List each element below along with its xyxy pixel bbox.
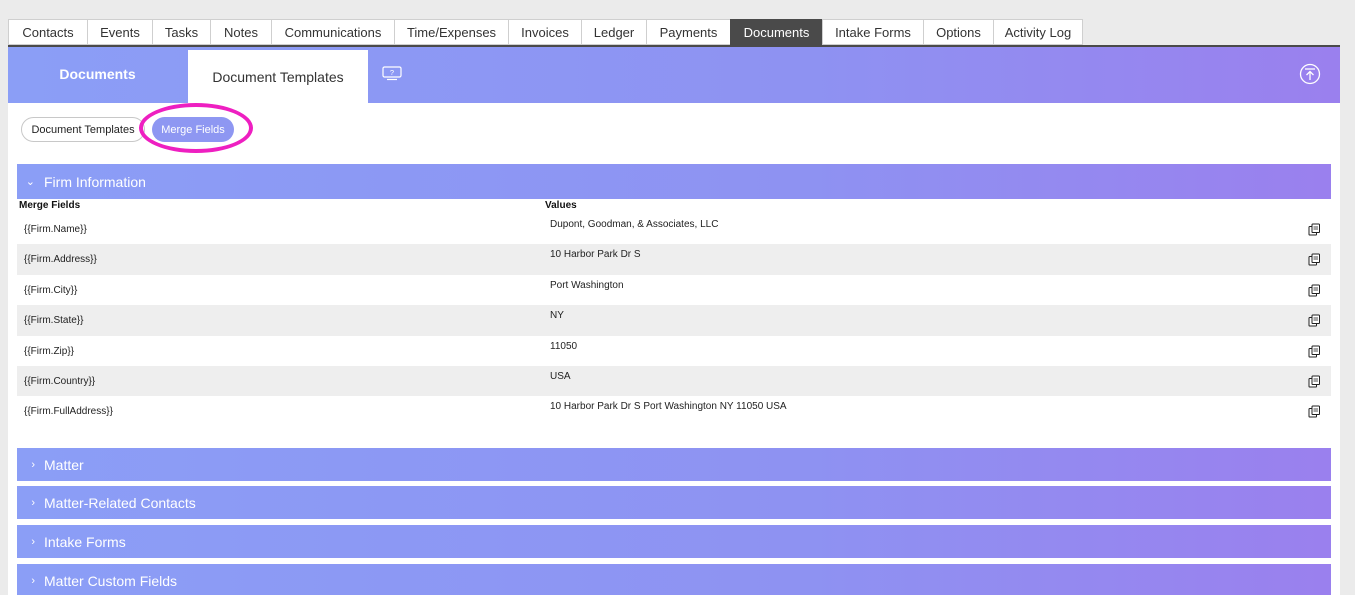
merge-fields-pill[interactable]: Merge Fields bbox=[152, 117, 234, 142]
merge-field-value: 11050 bbox=[550, 340, 578, 352]
section-title: Matter Custom Fields bbox=[44, 572, 178, 589]
table-row: {{Firm.FullAddress}} 10 Harbor Park Dr S … bbox=[17, 396, 1331, 426]
tab-communications[interactable]: Communications bbox=[271, 19, 394, 45]
section-title: Firm Information bbox=[44, 173, 146, 190]
content-panel: Document Templates Merge Fields ⌄ Firm I… bbox=[8, 103, 1340, 595]
section-intake-forms[interactable]: › Intake Forms bbox=[17, 525, 1331, 558]
merge-field-name: {{Firm.State}} bbox=[24, 315, 84, 327]
merge-fields-table: {{Firm.Name}} Dupont, Goodman, & Associat… bbox=[17, 214, 1331, 427]
merge-field-name: {{Firm.City}} bbox=[24, 284, 78, 296]
section-matter-related-contacts[interactable]: › Matter-Related Contacts bbox=[17, 486, 1331, 519]
tab-contacts[interactable]: Contacts bbox=[8, 19, 87, 45]
table-row: {{Firm.City}} Port Washington bbox=[17, 275, 1331, 305]
main-tab-bar: Contacts Events Tasks Notes Communications Ti… bbox=[8, 19, 1083, 45]
copy-icon[interactable] bbox=[1308, 284, 1321, 297]
table-row: {{Firm.Country}} USA bbox=[17, 365, 1331, 397]
tab-time-expenses[interactable]: Time/Expenses bbox=[394, 19, 508, 45]
merge-field-value: USA bbox=[550, 370, 571, 382]
chevron-down-icon: ⌄ bbox=[25, 176, 35, 188]
section-title: Matter bbox=[44, 456, 84, 473]
copy-icon[interactable] bbox=[1308, 375, 1321, 388]
copy-icon[interactable] bbox=[1308, 223, 1321, 236]
table-row: {{Firm.Zip}} 11050 bbox=[17, 336, 1331, 366]
copy-icon[interactable] bbox=[1308, 253, 1321, 266]
merge-field-value: 10 Harbor Park Dr S Port Washington NY 1… bbox=[550, 401, 787, 413]
merge-field-value: 10 Harbor Park Dr S bbox=[550, 249, 641, 261]
tab-documents[interactable]: Documents bbox=[730, 19, 822, 45]
copy-icon[interactable] bbox=[1308, 345, 1321, 358]
tab-ledger[interactable]: Ledger bbox=[581, 19, 646, 45]
merge-field-name: {{Firm.Name}} bbox=[24, 224, 87, 235]
svg-text:?: ? bbox=[390, 68, 394, 77]
tab-invoices[interactable]: Invoices bbox=[508, 19, 581, 45]
merge-field-value: Port Washington bbox=[550, 279, 624, 291]
merge-field-name: {{Firm.Address}} bbox=[24, 254, 97, 266]
tab-document-templates[interactable]: Document Templates bbox=[188, 50, 368, 103]
tab-intake-forms[interactable]: Intake Forms bbox=[822, 19, 923, 45]
documents-banner: Documents Document Templates ? bbox=[8, 47, 1340, 103]
chevron-right-icon: › bbox=[31, 458, 35, 471]
upload-icon[interactable] bbox=[1299, 63, 1321, 85]
tab-payments[interactable]: Payments bbox=[646, 19, 730, 45]
tab-options[interactable]: Options bbox=[923, 19, 993, 45]
chevron-right-icon: › bbox=[31, 574, 35, 587]
section-title: Intake Forms bbox=[44, 533, 126, 550]
tab-tasks[interactable]: Tasks bbox=[152, 19, 210, 45]
chevron-right-icon: › bbox=[31, 496, 35, 509]
table-row: {{Firm.Address}} 10 Harbor Park Dr S bbox=[17, 244, 1331, 275]
merge-field-value: NY bbox=[550, 310, 564, 322]
table-header: Merge Fields Values bbox=[19, 200, 1329, 214]
section-title: Matter-Related Contacts bbox=[44, 494, 196, 511]
merge-field-value: Dupont, Goodman, & Associates, LLC bbox=[550, 219, 719, 230]
column-values: Values bbox=[545, 200, 577, 211]
table-row: {{Firm.Name}} Dupont, Goodman, & Associat… bbox=[17, 214, 1331, 244]
chevron-right-icon: › bbox=[31, 535, 35, 548]
tab-documents[interactable]: Documents bbox=[8, 47, 187, 100]
copy-icon[interactable] bbox=[1308, 405, 1321, 418]
table-row: {{Firm.State}} NY bbox=[17, 305, 1331, 336]
document-templates-pill[interactable]: Document Templates bbox=[21, 117, 145, 142]
help-icon[interactable]: ? bbox=[382, 66, 402, 81]
tab-notes[interactable]: Notes bbox=[210, 19, 271, 45]
section-matter-custom-fields[interactable]: › Matter Custom Fields bbox=[17, 564, 1331, 595]
merge-field-name: {{Firm.FullAddress}} bbox=[24, 406, 113, 418]
tab-events[interactable]: Events bbox=[87, 19, 152, 45]
section-matter[interactable]: › Matter bbox=[17, 448, 1331, 481]
section-firm-information[interactable]: ⌄ Firm Information bbox=[17, 164, 1331, 199]
copy-icon[interactable] bbox=[1308, 314, 1321, 327]
merge-field-name: {{Firm.Country}} bbox=[24, 375, 96, 387]
merge-field-name: {{Firm.Zip}} bbox=[24, 345, 75, 357]
column-merge-fields: Merge Fields bbox=[19, 200, 81, 211]
tab-activity-log[interactable]: Activity Log bbox=[993, 19, 1083, 45]
